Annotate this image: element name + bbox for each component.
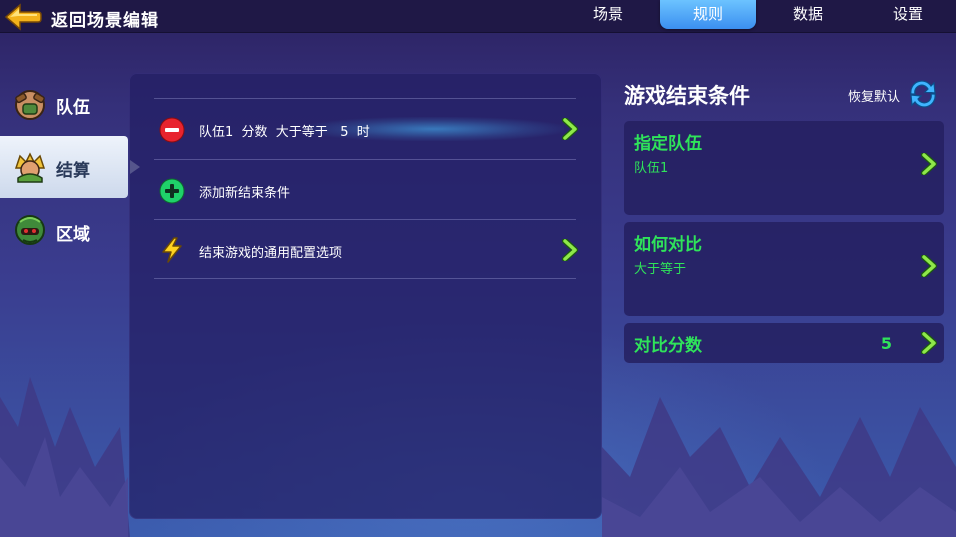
refresh-icon bbox=[910, 80, 936, 108]
back-arrow-icon[interactable] bbox=[4, 3, 42, 31]
divider bbox=[154, 278, 576, 279]
general-config-row[interactable]: 结束游戏的通用配置选项 bbox=[154, 220, 578, 280]
settlement-icon bbox=[14, 152, 46, 183]
tab-scene[interactable]: 场景 bbox=[560, 0, 656, 29]
chevron-right-icon[interactable] bbox=[921, 153, 937, 175]
add-icon[interactable] bbox=[159, 178, 185, 204]
compare-score-card[interactable]: 对比分数 5 bbox=[624, 323, 944, 363]
sidebar-item-label: 队伍 bbox=[56, 98, 90, 118]
reset-label: 恢复默认 bbox=[848, 90, 901, 105]
chevron-right-icon[interactable] bbox=[921, 255, 937, 277]
chevron-right-icon[interactable] bbox=[562, 239, 578, 261]
condition-text: 队伍1 分数 大于等于 5 时 bbox=[199, 125, 370, 140]
tab-data[interactable]: 数据 bbox=[760, 0, 856, 29]
back-to-scene-editor-button[interactable]: 返回场景编辑 bbox=[51, 6, 159, 31]
sidebar-item-label: 区域 bbox=[56, 225, 90, 245]
sidebar-item-settlement[interactable]: 结算 bbox=[0, 136, 128, 198]
sidebar-item-label: 结算 bbox=[56, 161, 90, 181]
tab-label: 数据 bbox=[792, 5, 823, 23]
tab-label: 设置 bbox=[892, 5, 923, 23]
general-config-label: 结束游戏的通用配置选项 bbox=[199, 246, 343, 261]
card-title: 如何对比 bbox=[634, 235, 702, 255]
tab-label: 场景 bbox=[592, 5, 623, 23]
add-condition-label: 添加新结束条件 bbox=[199, 186, 291, 201]
sidebar-item-region[interactable]: 区域 bbox=[0, 200, 128, 262]
chevron-right-icon[interactable] bbox=[921, 332, 937, 354]
add-condition-row[interactable]: 添加新结束条件 bbox=[154, 160, 576, 220]
team-icon bbox=[15, 90, 45, 120]
conditions-panel: 队伍1 分数 大于等于 5 时 添加新结束条件 结束游戏的通用配置选项 bbox=[129, 73, 602, 519]
tab-settings[interactable]: 设置 bbox=[860, 0, 956, 29]
chevron-right-icon[interactable] bbox=[562, 118, 578, 140]
top-bar: 返回场景编辑 场景 规则 数据 设置 bbox=[0, 0, 956, 33]
tab-label: 规则 bbox=[692, 5, 723, 23]
card-title: 对比分数 bbox=[634, 336, 702, 356]
condition-row[interactable]: 队伍1 分数 大于等于 5 时 bbox=[154, 99, 578, 159]
lightning-icon bbox=[162, 237, 182, 263]
comparison-card[interactable]: 如何对比 大于等于 bbox=[624, 222, 944, 316]
remove-icon[interactable] bbox=[159, 117, 185, 143]
card-value: 队伍1 bbox=[634, 161, 669, 176]
team-selector-card[interactable]: 指定队伍 队伍1 bbox=[624, 121, 944, 215]
card-value: 大于等于 bbox=[634, 262, 687, 277]
region-icon bbox=[15, 215, 45, 245]
reset-default-button[interactable]: 恢复默认 bbox=[848, 80, 944, 108]
card-title: 指定队伍 bbox=[634, 134, 702, 154]
tab-rules[interactable]: 规则 bbox=[660, 0, 756, 29]
sidebar-item-team[interactable]: 队伍 bbox=[0, 73, 128, 135]
score-value: 5 bbox=[880, 334, 892, 353]
detail-title: 游戏结束条件 bbox=[624, 84, 750, 108]
